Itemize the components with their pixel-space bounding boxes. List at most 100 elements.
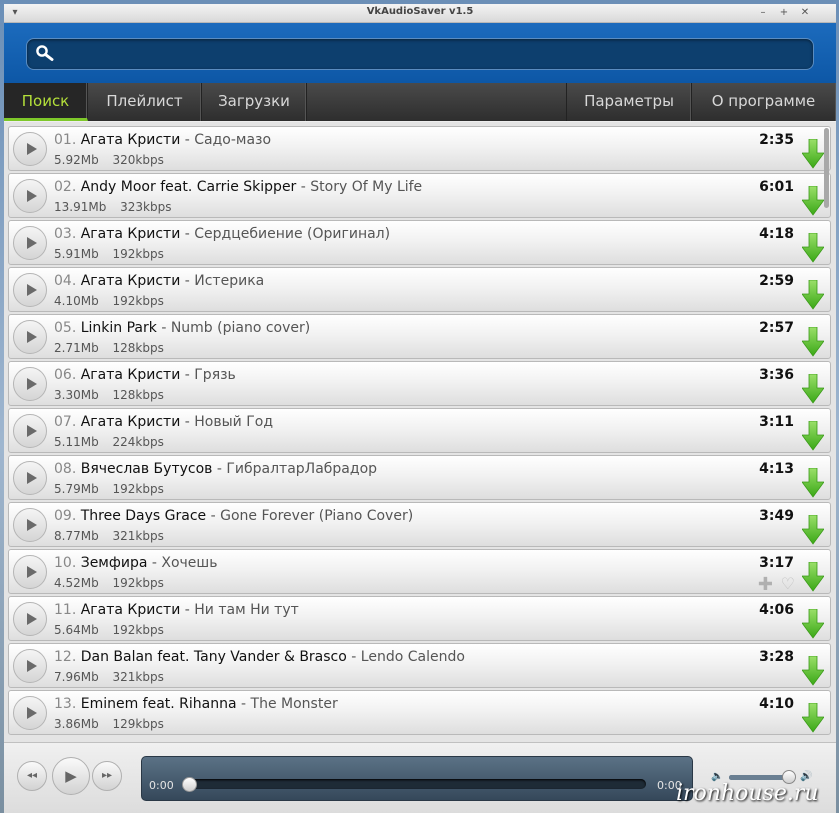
track-number: 05.	[54, 320, 77, 336]
tab-about[interactable]: О программе	[691, 83, 836, 121]
track-play-button[interactable]	[13, 367, 47, 401]
track-meta: 5.92Mb 320kbps	[54, 153, 174, 167]
track-separator: -	[351, 649, 361, 665]
download-arrow-icon[interactable]	[802, 421, 824, 451]
download-arrow-icon[interactable]	[802, 327, 824, 357]
current-time: 0:00	[149, 779, 174, 792]
track-row[interactable]: 04. Агата Кристи - Истерика 4.10Mb 192kb…	[8, 267, 831, 312]
track-song-title: Story Of My Life	[310, 179, 423, 195]
track-row[interactable]: 13. Eminem feat. Rihanna - The Monster 3…	[8, 690, 831, 735]
track-separator: -	[161, 320, 171, 336]
close-icon[interactable]: ✕	[798, 5, 812, 20]
track-row[interactable]: 01. Агата Кристи - Садо-мазо 5.92Mb 320k…	[8, 126, 831, 171]
track-size: 7.96Mb	[54, 670, 99, 684]
search-box[interactable]	[26, 38, 814, 70]
track-row[interactable]: 11. Агата Кристи - Ни там Ни тут 5.64Mb …	[8, 596, 831, 641]
track-bitrate: 192kbps	[112, 623, 164, 637]
track-separator: -	[216, 461, 227, 477]
track-row[interactable]: 07. Агата Кристи - Новый Год 5.11Mb 224k…	[8, 408, 831, 453]
track-duration: 3:11	[759, 414, 794, 430]
scroll-thumb[interactable]	[824, 128, 829, 208]
tab-playlist[interactable]: Плейлист	[88, 83, 202, 121]
track-duration: 4:18	[759, 226, 794, 242]
track-artist: Linkin Park	[80, 320, 157, 336]
track-play-button[interactable]	[13, 649, 47, 683]
track-song-title: Истерика	[194, 273, 265, 289]
track-size: 8.77Mb	[54, 529, 99, 543]
download-arrow-icon[interactable]	[802, 562, 824, 592]
track-meta: 3.30Mb 128kbps	[54, 388, 174, 402]
search-input[interactable]	[61, 43, 805, 67]
track-row[interactable]: 02. Andy Moor feat. Carrie Skipper - Sto…	[8, 173, 831, 218]
track-bitrate: 128kbps	[112, 341, 164, 355]
play-pause-button[interactable]: ▶	[52, 757, 90, 795]
track-row[interactable]: 10. Земфира - Хочешь 4.52Mb 192kbps 3:17…	[8, 549, 831, 594]
track-bitrate: 192kbps	[112, 482, 164, 496]
track-separator: -	[184, 273, 195, 289]
progress-track[interactable]	[189, 779, 646, 789]
track-play-button[interactable]	[13, 414, 47, 448]
progress-handle[interactable]	[182, 777, 197, 792]
download-arrow-icon[interactable]	[802, 609, 824, 639]
track-size: 5.11Mb	[54, 435, 99, 449]
download-arrow-icon[interactable]	[802, 374, 824, 404]
tab-settings[interactable]: Параметры	[566, 83, 692, 121]
tab-downloads[interactable]: Загрузки	[202, 83, 307, 121]
download-arrow-icon[interactable]	[802, 515, 824, 545]
track-play-button[interactable]	[13, 555, 47, 589]
track-row[interactable]: 09. Three Days Grace - Gone Forever (Pia…	[8, 502, 831, 547]
track-duration: 3:36	[759, 367, 794, 383]
track-row[interactable]: 08. Вячеслав Бутусов - ГибралтарЛабрадор…	[8, 455, 831, 500]
track-meta: 5.79Mb 192kbps	[54, 482, 174, 496]
maximize-icon[interactable]: +	[777, 5, 791, 20]
next-button[interactable]: ▸▸	[92, 761, 122, 791]
track-play-button[interactable]	[13, 226, 47, 260]
track-meta: 4.10Mb 192kbps	[54, 294, 174, 308]
track-song-title: Ни там Ни тут	[194, 602, 299, 618]
track-separator: -	[184, 414, 195, 430]
title-bar: ▾ VkAudioSaver v1.5 – + ✕	[4, 4, 836, 23]
track-play-button[interactable]	[13, 696, 47, 730]
track-play-button[interactable]	[13, 508, 47, 542]
track-row[interactable]: 03. Агата Кристи - Сердцебиение (Оригина…	[8, 220, 831, 265]
add-to-playlist-icon[interactable]: ✚	[758, 576, 773, 594]
tab-search[interactable]: Поиск	[4, 83, 88, 121]
track-row[interactable]: 06. Агата Кристи - Грязь 3.30Mb 128kbps …	[8, 361, 831, 406]
track-list[interactable]: 01. Агата Кристи - Садо-мазо 5.92Mb 320k…	[4, 122, 836, 742]
track-artist: Агата Кристи	[80, 273, 181, 289]
heart-icon[interactable]: ♡	[781, 576, 795, 592]
track-separator: -	[300, 179, 311, 195]
track-title-line: 03. Агата Кристи - Сердцебиение (Оригина…	[54, 226, 390, 242]
track-title-line: 06. Агата Кристи - Грязь	[54, 367, 236, 383]
track-play-button[interactable]	[13, 320, 47, 354]
download-arrow-icon[interactable]	[802, 468, 824, 498]
track-meta: 8.77Mb 321kbps	[54, 529, 174, 543]
download-arrow-icon[interactable]	[802, 656, 824, 686]
window-title: VkAudioSaver v1.5	[366, 6, 474, 17]
minimize-icon[interactable]: –	[756, 5, 770, 20]
track-play-button[interactable]	[13, 273, 47, 307]
download-arrow-icon[interactable]	[802, 186, 824, 216]
download-arrow-icon[interactable]	[802, 703, 824, 733]
track-play-button[interactable]	[13, 179, 47, 213]
download-arrow-icon[interactable]	[802, 233, 824, 263]
track-play-button[interactable]	[13, 602, 47, 636]
scrollbar[interactable]	[823, 122, 831, 742]
track-play-button[interactable]	[13, 132, 47, 166]
track-row[interactable]: 05. Linkin Park - Numb (piano cover) 2.7…	[8, 314, 831, 359]
track-meta: 13.91Mb 323kbps	[54, 200, 182, 214]
track-artist: Земфира	[80, 555, 148, 571]
track-row[interactable]: 12. Dan Balan feat. Tany Vander & Brasco…	[8, 643, 831, 688]
track-meta: 4.52Mb 192kbps	[54, 576, 174, 590]
track-artist: Агата Кристи	[80, 602, 181, 618]
track-song-title: Gone Forever (Piano Cover)	[220, 508, 414, 524]
track-play-button[interactable]	[13, 461, 47, 495]
track-duration: 6:01	[759, 179, 794, 195]
track-size: 5.64Mb	[54, 623, 99, 637]
previous-button[interactable]: ◂◂	[17, 761, 47, 791]
track-number: 06.	[54, 367, 77, 383]
track-duration: 4:13	[759, 461, 794, 477]
download-arrow-icon[interactable]	[802, 280, 824, 310]
download-arrow-icon[interactable]	[802, 139, 824, 169]
track-bitrate: 224kbps	[112, 435, 164, 449]
